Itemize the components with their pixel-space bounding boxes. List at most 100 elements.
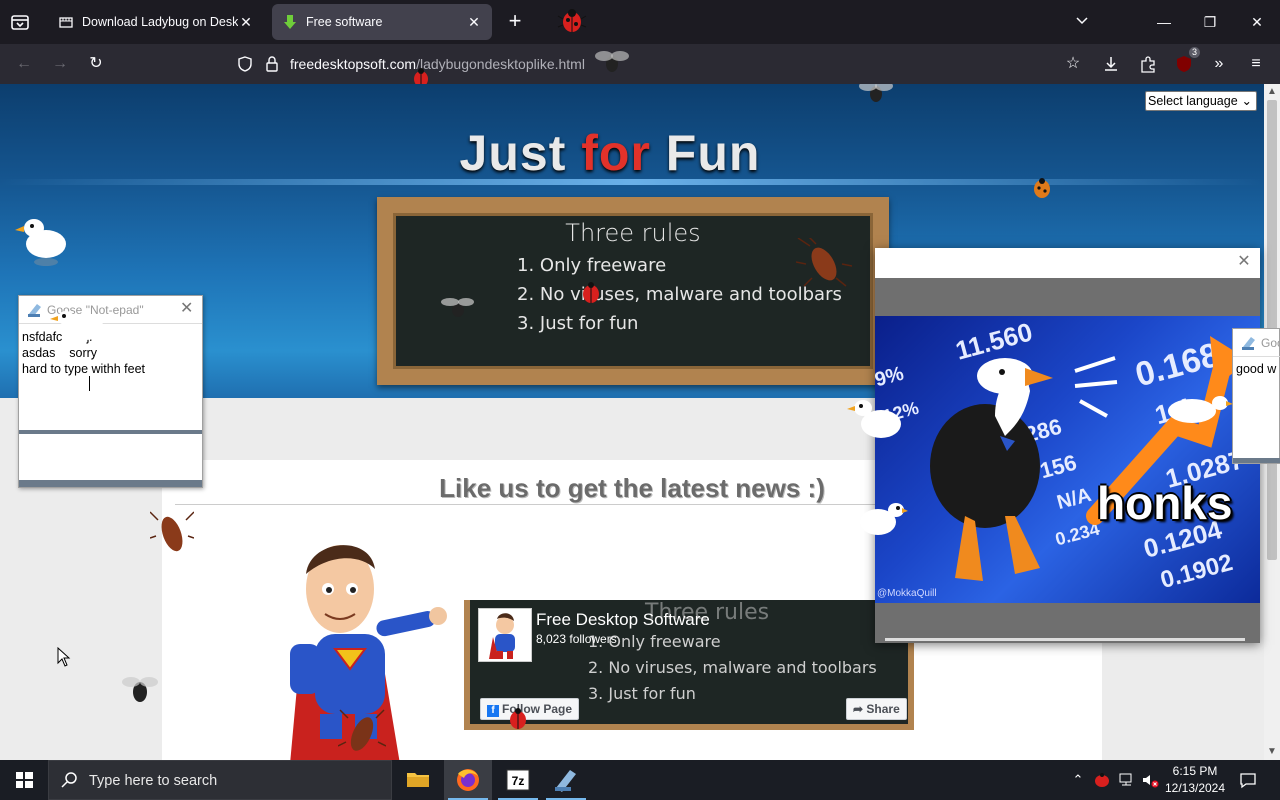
facebook-page-widget: Three rules 1. Only freeware 2. No virus…	[464, 600, 914, 730]
fly-icon	[438, 294, 474, 327]
list-all-tabs-icon[interactable]	[1070, 10, 1094, 34]
navigation-toolbar: ← → ↻ freedesktopsoft.com/ladybugondeskt…	[0, 44, 1280, 87]
new-tab-button[interactable]: +	[503, 10, 527, 34]
language-select[interactable]: Select language ⌄	[1145, 91, 1257, 111]
ublock-shield-icon[interactable]: 3	[1172, 47, 1200, 76]
tray-overflow-icon[interactable]: ⌃	[1068, 770, 1088, 790]
ladybug-icon	[578, 280, 604, 311]
search-icon	[61, 771, 79, 794]
followers-count: 8,023 followers	[536, 632, 617, 646]
page-viewport: Just for Fun Select language ⌄ Three rule…	[0, 84, 1280, 760]
share-button[interactable]: ➦ Share	[846, 698, 907, 720]
stonks-goose-illustration	[930, 336, 1250, 581]
tab-title: Download Ladybug on Desktop	[82, 15, 238, 29]
scroll-up-icon[interactable]: ▲	[1267, 86, 1277, 97]
extensions-puzzle-icon[interactable]	[1136, 52, 1160, 76]
notepad-footer	[19, 480, 202, 487]
close-icon[interactable]: ✕	[1236, 254, 1252, 270]
taskbar-search-box[interactable]: Type here to search	[48, 760, 392, 800]
text-caret	[89, 376, 90, 391]
ghost-rule: 3. Just for fun	[588, 684, 696, 703]
bookmark-star-icon[interactable]: ☆	[1061, 52, 1085, 76]
meme-caption: honks	[1097, 477, 1233, 529]
cockroach-icon	[149, 506, 195, 567]
lock-icon[interactable]	[264, 55, 280, 78]
tab-list-icon[interactable]	[8, 10, 32, 34]
forward-icon[interactable]: →	[48, 52, 72, 76]
rule-item: 3. Just for fun	[517, 313, 639, 334]
volume-muted-icon[interactable]	[1140, 770, 1160, 790]
url-domain: freedesktopsoft.com	[290, 56, 417, 72]
clock-date: 12/13/2024	[1164, 781, 1226, 795]
7zip-taskbar-button[interactable]: 7z	[494, 760, 542, 800]
firefox-taskbar-button[interactable]	[444, 760, 492, 800]
ladybug-icon	[556, 7, 588, 40]
reload-icon[interactable]: ↻	[84, 52, 108, 76]
close-window-icon[interactable]: ✕	[1245, 10, 1269, 34]
tab-download-ladybug[interactable]: Download Ladybug on Desktop ✕	[48, 4, 264, 40]
goose-meme-window: ✕ 11.560 0.168 9% 12% 286 156 1.0287 N/A…	[875, 248, 1260, 643]
share-arrow-icon: ➦	[853, 702, 867, 716]
svg-text:7z: 7z	[512, 774, 525, 788]
popup-footer-bar	[885, 638, 1245, 641]
divider	[175, 504, 875, 505]
fly-icon	[120, 670, 160, 713]
minimize-icon[interactable]: —	[1152, 10, 1176, 34]
meme-watermark: @MokkaQuill	[877, 588, 937, 599]
mouse-cursor-icon	[57, 646, 71, 672]
downloads-icon[interactable]	[1099, 52, 1123, 76]
notepad-taskbar-button[interactable]	[542, 760, 590, 800]
title-part-1: Just	[459, 125, 582, 181]
scroll-down-icon[interactable]: ▼	[1267, 746, 1277, 757]
ladybug-icon	[505, 706, 531, 737]
ghost-rule: 2. No viruses, malware and toolbars	[588, 658, 877, 677]
cockroach-icon	[337, 706, 387, 760]
fly-icon	[594, 46, 630, 81]
ladybug-tray-icon[interactable]	[1092, 770, 1112, 790]
system-clock[interactable]: 6:15 PM 12/13/2024	[1160, 763, 1230, 797]
film-icon	[58, 14, 74, 30]
goose-note-window: Goo good w	[1232, 328, 1280, 464]
notepad-line: hard to type withh feet	[22, 362, 145, 376]
tab-free-software[interactable]: Free software ✕	[272, 4, 492, 40]
page-avatar[interactable]	[478, 608, 532, 662]
goose-icon	[46, 306, 106, 351]
stonks-meme-image: 11.560 0.168 9% 12% 286 156 1.0287 N/A 0…	[875, 316, 1260, 603]
goose-icon	[856, 498, 908, 547]
close-tab-icon[interactable]: ✕	[466, 14, 482, 30]
restore-icon[interactable]: ❐	[1198, 10, 1222, 34]
search-placeholder: Type here to search	[89, 773, 218, 789]
more-tools-icon[interactable]: »	[1207, 52, 1231, 76]
site-title: Just for Fun	[0, 124, 1220, 182]
url-path: /ladybugondesktoplike.html	[416, 56, 585, 72]
fly-icon	[858, 84, 894, 111]
network-icon[interactable]	[1117, 770, 1137, 790]
cockroach-icon	[795, 235, 853, 293]
extension-badge: 3	[1188, 47, 1200, 58]
close-icon[interactable]: ✕	[180, 301, 196, 317]
rule-item: 2. No viruses, malware and toolbars	[517, 284, 842, 305]
url-text[interactable]: freedesktopsoft.com/ladybugondesktoplike…	[290, 56, 585, 72]
notification-center-icon[interactable]	[1238, 770, 1258, 790]
file-explorer-button[interactable]	[394, 760, 442, 800]
goose-icon	[12, 214, 70, 273]
back-icon[interactable]: ←	[12, 52, 36, 76]
start-button[interactable]	[0, 760, 48, 800]
browser-tab-strip: Download Ladybug on Desktop ✕ Free softw…	[0, 0, 1280, 44]
goose-note-text[interactable]: good w	[1236, 362, 1276, 376]
menu-hamburger-icon[interactable]: ≡	[1244, 52, 1268, 76]
ladybug-icon	[1030, 176, 1054, 205]
title-accent: for	[581, 125, 651, 181]
goose-icon	[1164, 389, 1234, 434]
facebook-icon: f	[487, 705, 499, 717]
title-part-2: Fun	[650, 125, 761, 181]
windows-logo-icon	[16, 772, 33, 788]
notepad-divider	[19, 430, 202, 434]
folder-icon	[407, 773, 429, 787]
url-bar[interactable]: freedesktopsoft.com/ladybugondesktoplike…	[228, 48, 1100, 80]
clock-time: 6:15 PM	[1172, 764, 1218, 778]
page-name-link[interactable]: Free Desktop Software	[536, 610, 710, 630]
notepad-icon	[555, 770, 576, 792]
shield-icon[interactable]	[236, 55, 254, 78]
close-tab-icon[interactable]: ✕	[238, 14, 254, 30]
